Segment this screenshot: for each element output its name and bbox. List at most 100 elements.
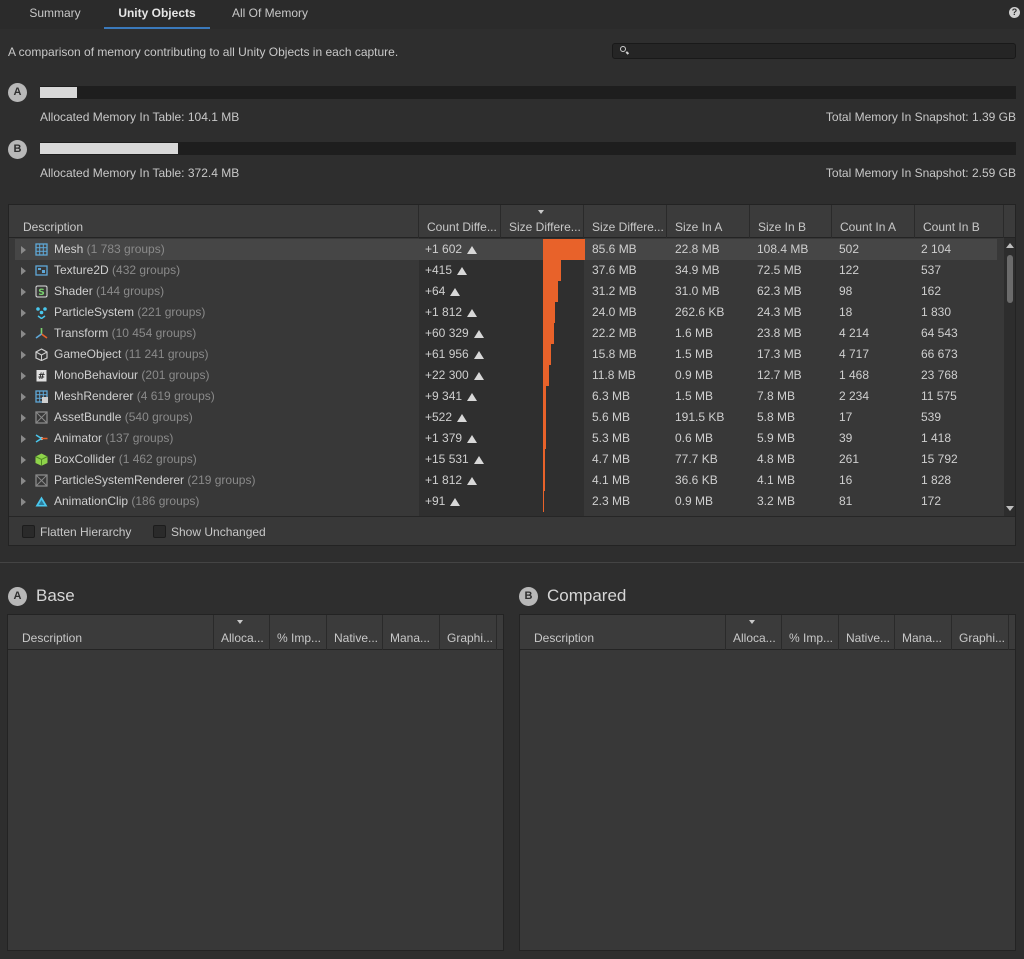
- sort-descending-icon: [237, 620, 243, 624]
- base-column-allocated[interactable]: Alloca...: [214, 615, 270, 650]
- size-difference-bar: [543, 239, 585, 260]
- column-count-in-a[interactable]: Count In A: [832, 205, 915, 238]
- row-count-in-a: 17: [839, 410, 853, 424]
- column-count-in-b[interactable]: Count In B: [915, 205, 1004, 238]
- row-group-count: (432 groups): [108, 263, 181, 277]
- row-count-in-a: 39: [839, 431, 853, 445]
- size-difference-bar: [543, 260, 561, 281]
- table-row[interactable]: Animator (137 groups) +1 379 5.3 MB 0.6 MB 5…: [15, 428, 997, 449]
- scrollbar-thumb[interactable]: [1007, 255, 1013, 303]
- expand-arrow-icon[interactable]: [21, 414, 26, 422]
- table-row[interactable]: Mesh (1 783 groups) +1 602 85.6 MB 22.8 MB 1…: [15, 239, 997, 260]
- snapshot-a-total: Total Memory In Snapshot: 1.39 GB: [825, 110, 1016, 124]
- base-column-graphics[interactable]: Graphi...: [440, 615, 497, 650]
- row-size-difference: 5.6 MB: [592, 410, 631, 424]
- snapshot-b-badge: B: [8, 140, 27, 159]
- expand-arrow-icon[interactable]: [21, 498, 26, 506]
- help-icon[interactable]: ?: [1009, 7, 1020, 18]
- expand-arrow-icon[interactable]: [21, 330, 26, 338]
- expand-arrow-icon[interactable]: [21, 372, 26, 380]
- row-size-in-a: 22.8 MB: [675, 242, 720, 256]
- row-size-difference: 24.0 MB: [592, 305, 637, 319]
- flatten-hierarchy-checkbox[interactable]: [22, 525, 35, 538]
- row-size-difference: 11.8 MB: [592, 368, 636, 382]
- table-row[interactable]: S Shader (144 groups) +64 31.2 MB 31.0 MB 62.…: [15, 281, 997, 302]
- column-size-in-b[interactable]: Size In B: [750, 205, 832, 238]
- table-row[interactable]: GameObject (11 241 groups) +61 956 15.8 MB…: [15, 344, 997, 365]
- column-size-in-a[interactable]: Size In A: [667, 205, 750, 238]
- table-row[interactable]: MeshRenderer (4 619 groups) +9 341 6.3 MB 1…: [15, 386, 997, 407]
- table-row[interactable]: Texture2D (432 groups) +415 37.6 MB 34.9 MB…: [15, 260, 997, 281]
- count-difference-value: +60 329: [425, 326, 469, 340]
- row-count-difference: +64: [425, 281, 461, 302]
- count-difference-value: +9 341: [425, 389, 463, 403]
- gameobject-icon: [35, 348, 48, 362]
- expand-arrow-icon[interactable]: [21, 351, 26, 359]
- table-row[interactable]: Transform (10 454 groups) +60 329 22.2 MB 1…: [15, 323, 997, 344]
- particle-system-icon: [35, 306, 48, 320]
- base-column-description[interactable]: Description: [8, 615, 214, 650]
- row-size-difference: 4.7 MB: [592, 452, 631, 466]
- base-details-table: Description Alloca... % Imp... Native...…: [7, 614, 504, 951]
- expand-arrow-icon[interactable]: [21, 288, 26, 296]
- row-size-in-a: 36.6 KB: [675, 473, 718, 487]
- expand-arrow-icon[interactable]: [21, 435, 26, 443]
- table-scrollbar[interactable]: [1004, 238, 1015, 516]
- tab-summary[interactable]: Summary: [16, 0, 94, 29]
- expand-arrow-icon[interactable]: [21, 393, 26, 401]
- base-column-native[interactable]: Native...: [327, 615, 383, 650]
- column-description[interactable]: Description: [9, 205, 419, 238]
- expand-arrow-icon[interactable]: [21, 456, 26, 464]
- size-difference-bar: [543, 365, 549, 386]
- row-count-in-b: 537: [921, 263, 942, 277]
- row-count-in-b: 172: [921, 494, 942, 508]
- compared-column-description[interactable]: Description: [520, 615, 726, 650]
- compared-column-allocated[interactable]: Alloca...: [726, 615, 782, 650]
- row-name: GameObject (11 241 groups): [54, 344, 209, 365]
- row-size-difference: 2.3 MB: [592, 494, 631, 508]
- column-count-difference[interactable]: Count Diffe...: [419, 205, 501, 238]
- compared-column-native[interactable]: Native...: [839, 615, 895, 650]
- size-difference-bar: [543, 491, 544, 512]
- table-row[interactable]: # MonoBehaviour (201 groups) +22 300 11.8 M…: [15, 365, 997, 386]
- base-column-managed[interactable]: Mana...: [383, 615, 440, 650]
- base-column-impact[interactable]: % Imp...: [270, 615, 327, 650]
- row-name: ParticleSystemRenderer (219 groups): [54, 470, 255, 491]
- count-difference-value: +22 300: [425, 368, 469, 382]
- row-size-difference: 4.1 MB: [592, 473, 631, 487]
- expand-arrow-icon[interactable]: [21, 267, 26, 275]
- section-divider: [0, 562, 1024, 563]
- count-difference-value: +1 379: [425, 431, 463, 445]
- snapshot-a-allocated: Allocated Memory In Table: 104.1 MB: [40, 110, 240, 124]
- tab-all-of-memory[interactable]: All Of Memory: [220, 0, 320, 29]
- row-type-name: AssetBundle: [54, 410, 122, 424]
- count-difference-value: +1 602: [425, 242, 463, 256]
- compared-column-managed[interactable]: Mana...: [895, 615, 952, 650]
- compared-column-impact[interactable]: % Imp...: [782, 615, 839, 650]
- expand-arrow-icon[interactable]: [21, 246, 26, 254]
- table-row[interactable]: AnimationClip (186 groups) +91 2.3 MB 0.9 M…: [15, 491, 997, 512]
- row-type-name: Transform: [54, 326, 109, 340]
- base-title: Base: [36, 586, 75, 605]
- row-size-in-b: 12.7 MB: [757, 368, 802, 382]
- row-size-in-a: 1.6 MB: [675, 326, 714, 340]
- column-size-difference[interactable]: Size Differe...: [584, 205, 667, 238]
- compared-table-header: Description Alloca... % Imp... Native...…: [520, 615, 1015, 650]
- expand-arrow-icon[interactable]: [21, 477, 26, 485]
- scroll-up-icon[interactable]: [1006, 243, 1014, 248]
- column-size-difference-bar[interactable]: Size Differe...: [501, 205, 584, 238]
- show-unchanged-checkbox[interactable]: [153, 525, 166, 538]
- row-size-in-b: 23.8 MB: [757, 326, 802, 340]
- row-type-name: Texture2D: [54, 263, 109, 277]
- expand-arrow-icon[interactable]: [21, 309, 26, 317]
- table-row[interactable]: ParticleSystem (221 groups) +1 812 24.0 MB…: [15, 302, 997, 323]
- row-count-in-a: 4 717: [839, 347, 870, 361]
- scroll-down-icon[interactable]: [1006, 506, 1014, 511]
- row-size-in-b: 17.3 MB: [757, 347, 802, 361]
- search-input[interactable]: [612, 43, 1016, 59]
- table-row[interactable]: BoxCollider (1 462 groups) +15 531 4.7 MB 7…: [15, 449, 997, 470]
- table-row[interactable]: AssetBundle (540 groups) +522 5.6 MB 191.5 …: [15, 407, 997, 428]
- table-row[interactable]: ParticleSystemRenderer (219 groups) +1 81…: [15, 470, 997, 491]
- compared-column-graphics[interactable]: Graphi...: [952, 615, 1009, 650]
- tab-unity-objects[interactable]: Unity Objects: [104, 0, 210, 29]
